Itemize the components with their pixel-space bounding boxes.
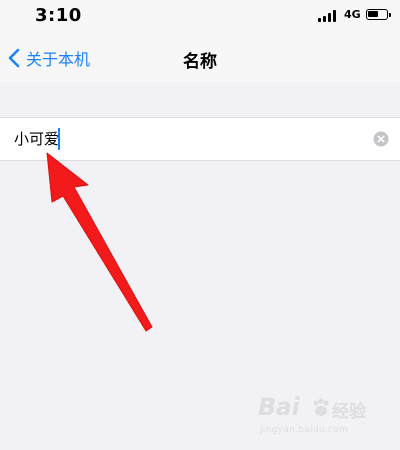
battery-icon bbox=[366, 9, 391, 20]
watermark-logo: Bai bbox=[258, 393, 300, 421]
name-field-row[interactable]: 小可爱 bbox=[0, 117, 400, 161]
status-bar: 3:10 4G bbox=[0, 0, 400, 34]
battery-level bbox=[368, 11, 378, 17]
text-cursor bbox=[58, 128, 60, 150]
signal-strength-icon bbox=[318, 10, 338, 22]
watermark-text: 经验 bbox=[332, 402, 366, 422]
watermark-url: jingyan.baidu.com bbox=[260, 425, 349, 435]
page-title: 名称 bbox=[183, 52, 217, 72]
navigation-bar: 关于本机 名称 bbox=[0, 34, 400, 82]
status-time: 3:10 bbox=[35, 5, 82, 26]
network-type: 4G bbox=[344, 8, 361, 21]
name-input[interactable]: 小可爱 bbox=[14, 130, 59, 148]
paw-icon bbox=[313, 398, 329, 416]
clear-x-circle-icon[interactable] bbox=[373, 131, 389, 147]
watermark: Bai 经验 jingyan.baidu.com bbox=[258, 393, 388, 441]
